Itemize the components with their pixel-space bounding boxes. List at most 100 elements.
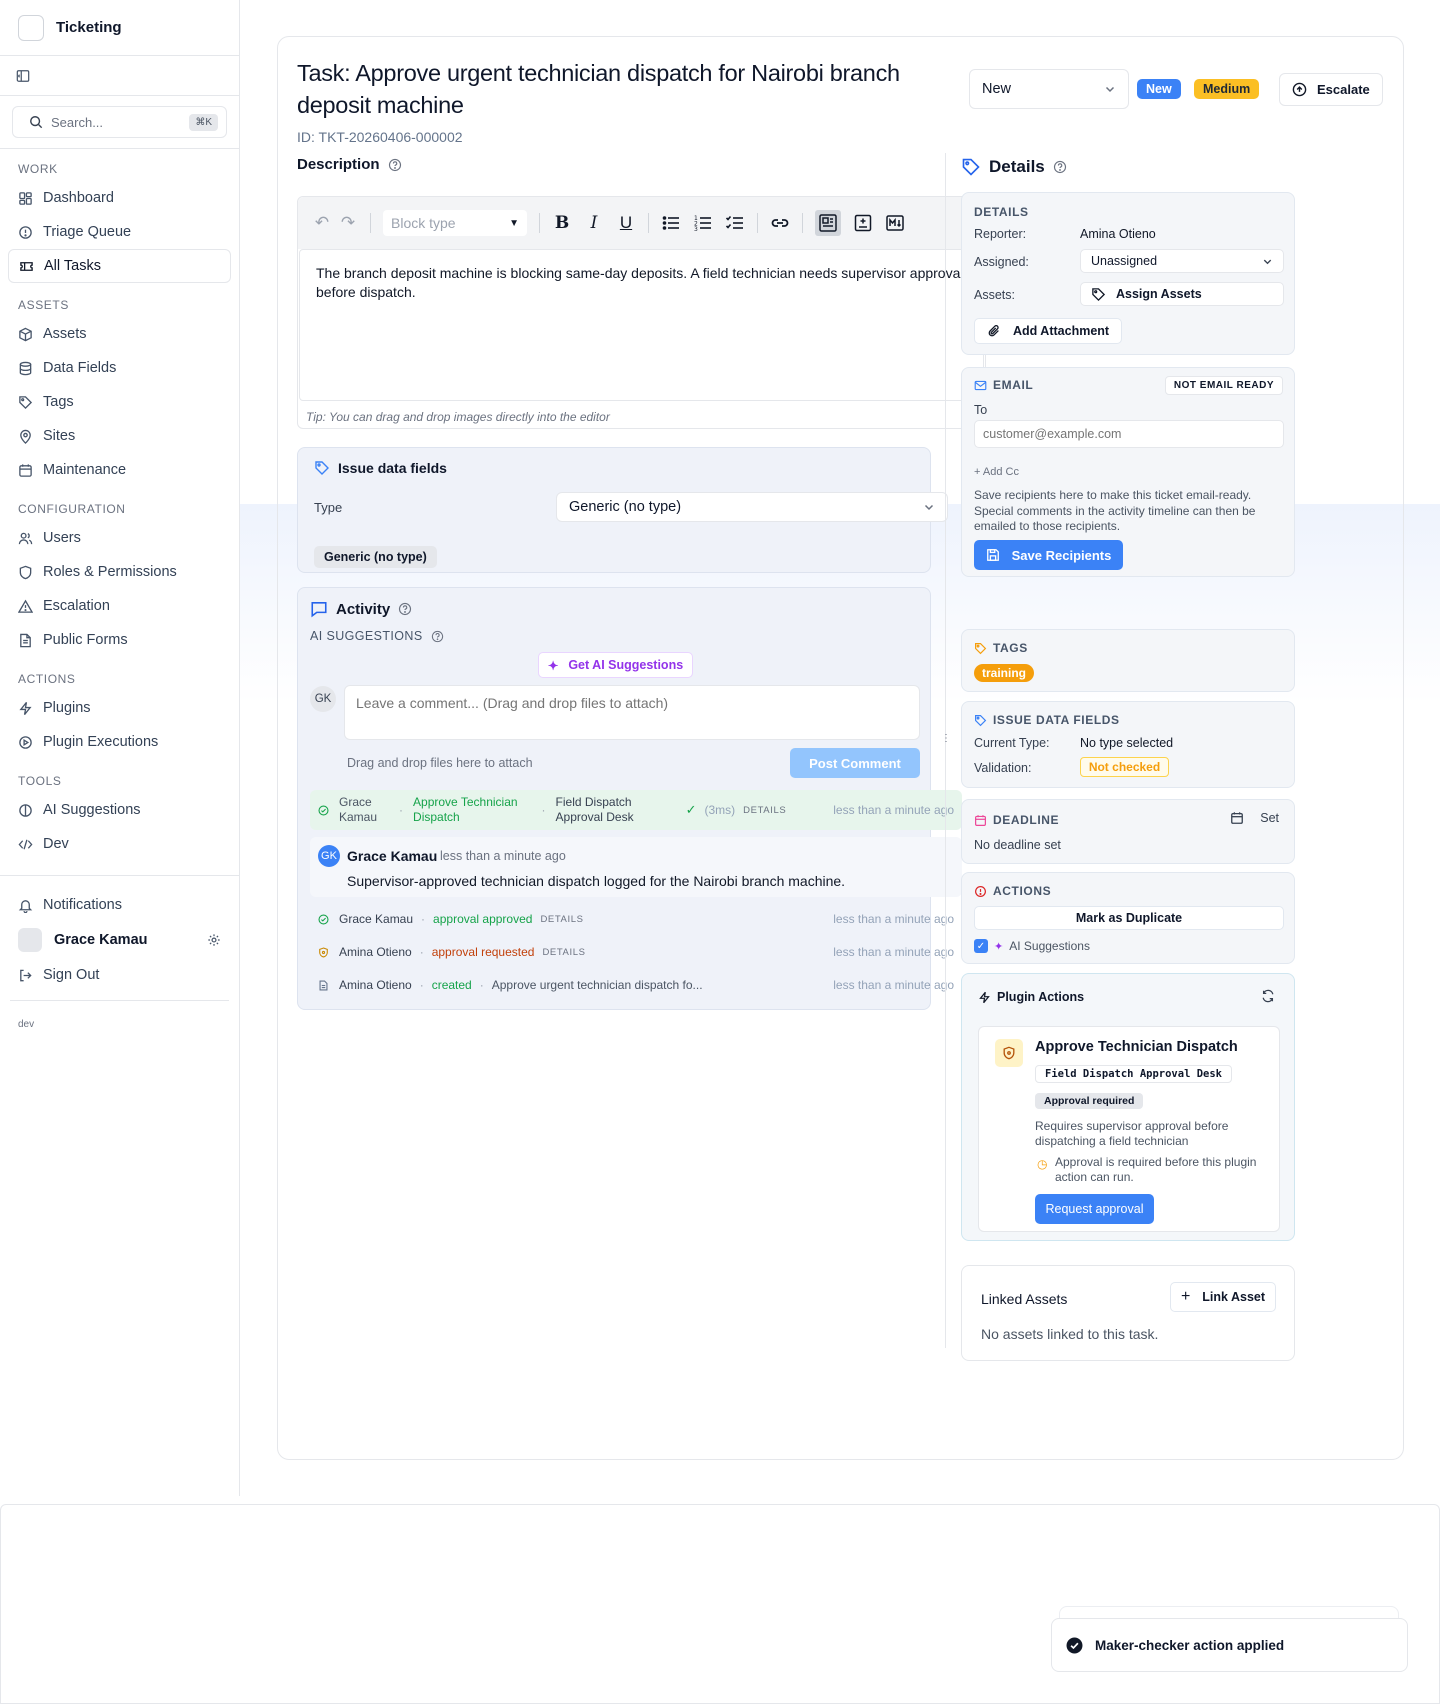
plugin-card-description: Requires supervisor approval before disp… (1035, 1119, 1229, 1148)
calendar-icon (975, 814, 986, 826)
sidebar-item-plugin-executions[interactable]: Plugin Executions (8, 725, 231, 759)
search-shortcut: ⌘K (189, 113, 218, 131)
image-icon[interactable] (815, 210, 841, 236)
sidebar-item-sign-out[interactable]: Sign Out (8, 958, 231, 992)
event-details-link[interactable]: DETAILS (542, 947, 585, 958)
plugin-details-link[interactable]: DETAILS (743, 805, 786, 816)
checklist-icon[interactable] (725, 213, 745, 233)
sidebar-item-sites[interactable]: Sites (8, 419, 231, 453)
sidebar-item-data-fields[interactable]: Data Fields (8, 351, 231, 385)
search-placeholder: Search... (51, 114, 104, 130)
help-icon[interactable] (398, 602, 412, 616)
sidebar-toggle[interactable] (0, 56, 239, 96)
section-work: WORK (18, 162, 58, 176)
event-time: less than a minute ago (833, 978, 954, 992)
type-select[interactable]: Generic (no type) (556, 492, 948, 522)
sidebar-item-users[interactable]: Users (8, 521, 231, 555)
assign-assets-button[interactable]: Assign Assets (1080, 282, 1284, 306)
event-action: approval requested (431, 945, 535, 959)
post-comment-button[interactable]: Post Comment (790, 748, 920, 778)
activity-event: Grace Kamau · approval approved DETAILS … (310, 910, 962, 928)
shield-clock-icon (319, 946, 328, 958)
escalate-button[interactable]: Escalate (1279, 73, 1383, 106)
sidebar-item-dev[interactable]: Dev (8, 827, 231, 861)
gear-icon[interactable] (207, 933, 221, 947)
sidebar-item-tags[interactable]: Tags (8, 385, 231, 419)
link-asset-button[interactable]: + Link Asset (1170, 1282, 1276, 1312)
italic-icon[interactable]: I (584, 213, 604, 233)
shield-icon (19, 565, 32, 579)
bold-icon[interactable]: B (552, 213, 572, 233)
details-heading: Details (961, 157, 1067, 177)
sidebar-item-plugins[interactable]: Plugins (8, 691, 231, 725)
sidebar-item-escalation[interactable]: Escalation (8, 589, 231, 623)
toast-notification[interactable]: Maker-checker action applied (1051, 1618, 1408, 1672)
redo-icon[interactable]: ↷ (338, 213, 358, 233)
undo-icon[interactable]: ↶ (312, 213, 332, 233)
request-approval-button[interactable]: Request approval (1035, 1194, 1154, 1224)
status-select-value: New (982, 81, 1012, 97)
map-pin-icon (20, 429, 31, 444)
ai-suggestions-toggle[interactable]: ✓ ✦ AI Suggestions (974, 939, 1090, 953)
resize-handle-icon[interactable]: ⋮ (941, 733, 951, 744)
block-type-select[interactable]: Block type ▼ (383, 210, 527, 236)
tag-icon (19, 395, 33, 409)
underline-icon[interactable]: U (616, 213, 636, 233)
event-details-link[interactable]: DETAILS (540, 914, 583, 925)
toast-message: Maker-checker action applied (1095, 1637, 1285, 1653)
help-icon[interactable] (431, 630, 444, 643)
avatar (18, 928, 42, 952)
comment-input[interactable] (344, 685, 920, 740)
email-panel: EMAIL NOT EMAIL READY To + Add Cc Save r… (961, 367, 1295, 577)
mark-duplicate-button[interactable]: Mark as Duplicate (974, 906, 1284, 930)
help-icon[interactable] (1053, 160, 1067, 174)
sidebar-search[interactable]: Search... ⌘K (12, 106, 227, 138)
status-select[interactable]: New (969, 69, 1129, 109)
sidebar-item-triage[interactable]: Triage Queue (8, 215, 231, 249)
description-editor: ↶ ↷ Block type ▼ B I U 123 The branch de… (297, 196, 986, 429)
plugin-execution-row[interactable]: Grace Kamau · Approve Technician Dispatc… (310, 790, 962, 830)
sidebar-item-all-tasks[interactable]: All Tasks (8, 249, 231, 283)
sidebar-item-notifications[interactable]: Notifications (8, 888, 231, 922)
checkbox-checked-icon[interactable]: ✓ (974, 939, 988, 953)
sidebar-item-public-forms[interactable]: Public Forms (8, 623, 231, 657)
numbered-list-icon[interactable]: 123 (693, 213, 713, 233)
link-icon[interactable] (770, 213, 790, 233)
sidebar-user[interactable]: Grace Kamau (8, 922, 231, 958)
section-tools: TOOLS (18, 774, 62, 788)
event-user: Amina Otieno (339, 945, 412, 959)
email-to-input[interactable] (974, 420, 1284, 448)
actions-section-label: ACTIONS (993, 884, 1052, 898)
bullet-list-icon[interactable] (661, 213, 681, 233)
assigned-select[interactable]: Unassigned (1080, 249, 1284, 273)
add-cc-link[interactable]: + Add Cc (974, 466, 1019, 478)
refresh-icon[interactable] (1261, 989, 1275, 1003)
tag-chip[interactable]: training (974, 664, 1034, 682)
plugin-card-target: Field Dispatch Approval Desk (1035, 1065, 1233, 1083)
sidebar-item-assets[interactable]: Assets (8, 317, 231, 351)
activity-panel: Activity AI SUGGESTIONS ✦ Get AI Suggest… (297, 587, 962, 1010)
save-recipients-button[interactable]: Save Recipients (974, 540, 1123, 570)
plugin-user-line2: Kamau (339, 810, 378, 824)
ticket-icon (20, 261, 33, 271)
add-attachment-button[interactable]: Add Attachment (974, 318, 1123, 344)
sidebar-collapse-icon[interactable] (16, 69, 30, 83)
get-ai-suggestions-button[interactable]: ✦ Get AI Suggestions (538, 652, 693, 678)
set-deadline-button[interactable]: Set (1230, 811, 1279, 825)
sidebar-item-roles[interactable]: Roles & Permissions (8, 555, 231, 589)
editor-toolbar: ↶ ↷ Block type ▼ B I U 123 (298, 197, 985, 249)
sidebar-item-dashboard[interactable]: Dashboard (8, 181, 231, 215)
sidebar-item-ai-suggestions[interactable]: AI Suggestions (8, 793, 231, 827)
markdown-icon[interactable] (885, 213, 905, 233)
check-circle-icon (318, 913, 329, 925)
zap-icon (19, 701, 32, 715)
block-type-placeholder: Block type (391, 215, 456, 231)
escalate-label: Escalate (1317, 82, 1370, 97)
insert-block-icon[interactable] (853, 213, 873, 233)
plugin-action-line2: Dispatch (413, 810, 460, 824)
sidebar-item-maintenance[interactable]: Maintenance (8, 453, 231, 487)
plugin-actions-title: Plugin Actions (997, 990, 1085, 1004)
help-icon[interactable] (388, 158, 402, 172)
activity-event: Amina Otieno · approval requested DETAIL… (310, 943, 962, 961)
description-body[interactable]: The branch deposit machine is blocking s… (299, 249, 984, 401)
